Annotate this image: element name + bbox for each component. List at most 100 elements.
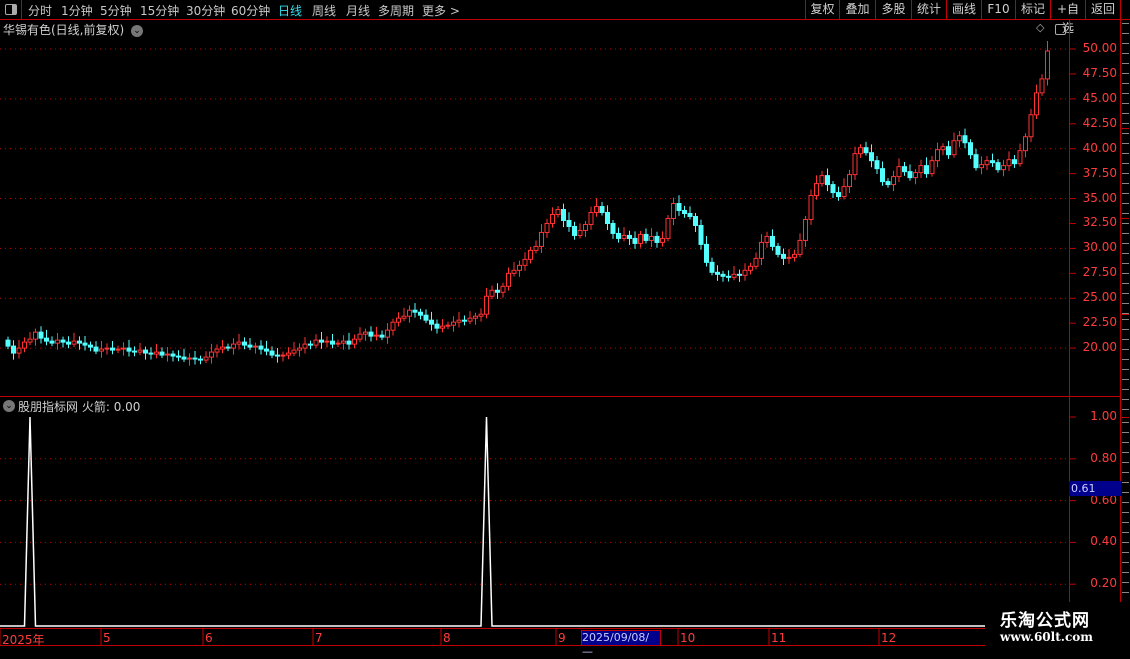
- candle: [577, 223, 583, 239]
- stock-title-text: 华锡有色(日线,前复权): [3, 23, 125, 37]
- candle-body: [247, 344, 253, 348]
- side-tab[interactable]: [1122, 316, 1129, 418]
- candle: [693, 213, 698, 233]
- candle-body: [55, 339, 60, 344]
- side-tab[interactable]: [1122, 20, 1129, 129]
- candle: [704, 236, 709, 267]
- date-label: 11: [771, 631, 787, 645]
- candle-body: [434, 323, 440, 329]
- candle-body: [902, 166, 907, 173]
- candle: [1012, 154, 1017, 168]
- candle: [610, 219, 616, 239]
- side-tab[interactable]: [1122, 220, 1129, 315]
- candle: [313, 334, 319, 349]
- candle-body: [1045, 50, 1050, 80]
- indicator-value: 火箭: 0.00: [81, 400, 141, 414]
- candle-body: [1028, 114, 1034, 138]
- candle-body: [654, 235, 660, 243]
- candle-body: [693, 215, 698, 226]
- date-label: 10: [680, 631, 696, 645]
- candle: [1001, 159, 1006, 177]
- candle: [115, 345, 121, 354]
- candle: [33, 328, 38, 346]
- candle: [236, 333, 242, 350]
- candle-body: [891, 176, 896, 186]
- candle-body: [462, 319, 467, 322]
- candle-body: [786, 256, 792, 259]
- candle: [242, 337, 247, 350]
- candle: [687, 206, 693, 220]
- candle-body: [176, 355, 181, 358]
- price-label: 20.00: [1082, 340, 1117, 355]
- candle: [852, 146, 858, 181]
- candle: [583, 220, 588, 238]
- candle-body: [363, 331, 368, 335]
- candle: [764, 231, 770, 248]
- candle: [544, 218, 550, 238]
- candle-body: [566, 219, 572, 227]
- candle: [891, 170, 896, 192]
- candle-body: [192, 357, 198, 360]
- candle-body: [808, 195, 814, 220]
- candle-body: [1039, 78, 1045, 94]
- rocket-signal-line: [0, 416, 1048, 627]
- side-tab[interactable]: [1122, 419, 1129, 604]
- candle: [830, 181, 836, 198]
- price-label: 42.50: [1082, 115, 1117, 130]
- candle-body: [819, 175, 825, 185]
- candle-body: [858, 147, 863, 155]
- candle: [1034, 84, 1039, 119]
- candle: [22, 337, 27, 353]
- candle-body: [704, 243, 709, 263]
- candle-body: [649, 235, 654, 241]
- candle: [1006, 151, 1012, 172]
- candle-body: [935, 149, 940, 162]
- candle-body: [115, 348, 121, 351]
- candle: [214, 344, 220, 358]
- candle: [55, 333, 60, 350]
- candle: [478, 308, 484, 322]
- candle: [819, 170, 825, 187]
- candle-body: [594, 206, 599, 214]
- candle-body: [297, 347, 302, 351]
- candle-body: [236, 341, 242, 345]
- candle: [16, 339, 22, 359]
- candle-body: [896, 166, 902, 178]
- candle: [808, 189, 814, 225]
- candle-body: [968, 142, 973, 156]
- candle-body: [940, 146, 946, 151]
- candle: [742, 263, 748, 281]
- candle: [863, 141, 869, 156]
- candle: [594, 198, 599, 217]
- candle: [940, 143, 946, 156]
- panel-icon[interactable]: [1055, 24, 1066, 35]
- candle-body: [616, 232, 621, 239]
- candle-body: [269, 350, 275, 356]
- candle: [968, 139, 973, 159]
- chevron-down-icon[interactable]: ⌄: [131, 24, 144, 37]
- candle-body: [38, 331, 44, 339]
- candle: [748, 262, 753, 275]
- candle-body: [440, 325, 445, 329]
- candle-body: [489, 289, 495, 297]
- candle: [308, 340, 313, 350]
- candle: [561, 203, 566, 228]
- candle: [247, 338, 253, 351]
- candle-body: [93, 346, 99, 352]
- candle: [198, 355, 203, 365]
- candle: [440, 319, 445, 333]
- right-side-panel-edge[interactable]: [1121, 20, 1130, 630]
- price-label: 40.00: [1082, 140, 1117, 155]
- diamond-icon[interactable]: ◇: [1036, 21, 1044, 34]
- indicator-name: 股朋指标网: [18, 400, 79, 414]
- kline-chart[interactable]: [0, 0, 1130, 650]
- candle-body: [599, 206, 605, 214]
- candle: [456, 311, 462, 328]
- side-tab[interactable]: [1122, 130, 1129, 219]
- cursor-value-label: 0.61: [1069, 481, 1121, 496]
- candle: [825, 168, 830, 192]
- candle-body: [924, 165, 929, 175]
- candle-body: [588, 212, 594, 225]
- indicator-menu-icon[interactable]: ⌄: [3, 400, 15, 412]
- candle-body: [572, 225, 577, 236]
